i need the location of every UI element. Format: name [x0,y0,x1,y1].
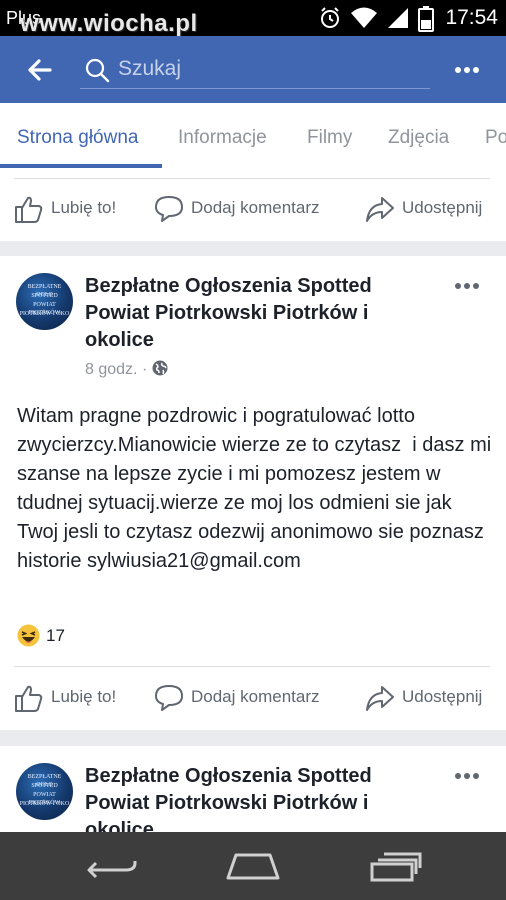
reaction-count: 17 [46,626,65,645]
battery-icon [418,6,434,32]
tab-info[interactable]: Informacje [178,127,267,149]
tab-photos[interactable]: Zdjęcia [388,127,449,149]
active-tab-indicator [0,164,162,168]
comment-icon [155,685,183,711]
home-nav-icon[interactable] [226,852,280,880]
share-button[interactable]: Udostępnij [365,683,493,713]
thumbs-up-icon [15,685,43,712]
arrow-left-icon[interactable] [26,57,52,83]
page-tabs: Strona główna Informacje Filmy Zdjęcia P… [0,103,506,170]
haha-emoji-icon [17,624,40,647]
signal-icon [388,8,408,28]
back-nav-icon[interactable] [86,854,138,880]
avatar-text: SPOTTED [31,783,58,789]
prev-post-actions: Lubię to! Dodaj komentarz Udostępnij [0,170,506,241]
system-nav-bar [0,832,506,900]
share-label: Udostępnij [402,198,483,217]
meta-separator: · [141,361,148,378]
post-time[interactable]: 8 godz. [85,361,137,378]
tab-more[interactable]: Po [485,127,506,149]
avatar-text: PIOTRKÓW I OKO [19,311,70,317]
more-horizontal-icon[interactable] [454,282,480,290]
status-bar: Plus www.wiocha.pl 17:54 [0,0,506,37]
tab-home[interactable]: Strona główna [17,127,138,149]
app-bar: Szukaj [0,36,506,103]
like-label: Lubię to! [51,198,117,217]
comment-label: Dodaj komentarz [191,198,320,217]
share-label: Udostępnij [402,687,483,706]
share-icon [366,686,394,711]
comment-label: Dodaj komentarz [191,687,320,706]
share-icon [366,197,394,222]
globe-icon [152,360,168,376]
search-placeholder: Szukaj [118,57,182,80]
page-avatar[interactable]: BEZPŁATNE OGŁO SPOTTED POWIAT PIOTRKÓW P… [16,273,73,330]
divider [14,666,490,667]
post-meta: 8 godz. · [85,360,168,379]
post-card: BEZPŁATNE OGŁO SPOTTED POWIAT PIOTRKÓW P… [0,256,506,730]
share-button[interactable]: Udostępnij [365,194,493,224]
page-name[interactable]: Bezpłatne Ogłoszenia Spotted Powiat Piot… [85,273,425,354]
alarm-icon [321,7,339,28]
comment-button[interactable]: Dodaj komentarz [154,194,334,224]
comment-button[interactable]: Dodaj komentarz [154,683,334,713]
watermark: www.wiocha.pl [20,10,198,37]
wifi-icon [351,7,377,28]
like-label: Lubię to! [51,687,117,706]
comment-icon [155,196,183,222]
more-horizontal-icon[interactable] [454,772,480,780]
more-horizontal-icon[interactable] [454,66,480,74]
divider [14,178,490,179]
page-avatar[interactable]: BEZPŁATNE OGŁO SPOTTED POWIAT PIOTRKÓW P… [16,763,73,820]
clock: 17:54 [445,6,498,29]
like-button[interactable]: Lubię to! [14,683,134,713]
like-button[interactable]: Lubię to! [14,194,134,224]
search-icon [85,58,110,83]
recent-apps-nav-icon[interactable] [370,852,422,882]
next-post-card: BEZPŁATNE OGŁO SPOTTED POWIAT PIOTRKÓW P… [0,746,506,832]
avatar-text: SPOTTED [31,293,58,299]
reactions-summary[interactable]: 17 [17,624,97,648]
avatar-text: PIOTRKÓW I OKO [19,801,70,807]
tab-videos[interactable]: Filmy [307,127,352,149]
thumbs-up-icon [15,196,43,223]
page-name[interactable]: Bezpłatne Ogłoszenia Spotted Powiat Piot… [85,763,425,832]
post-body: Witam pragne pozdrowic i pogratulować lo… [17,405,497,572]
search-input[interactable]: Szukaj [80,49,430,89]
